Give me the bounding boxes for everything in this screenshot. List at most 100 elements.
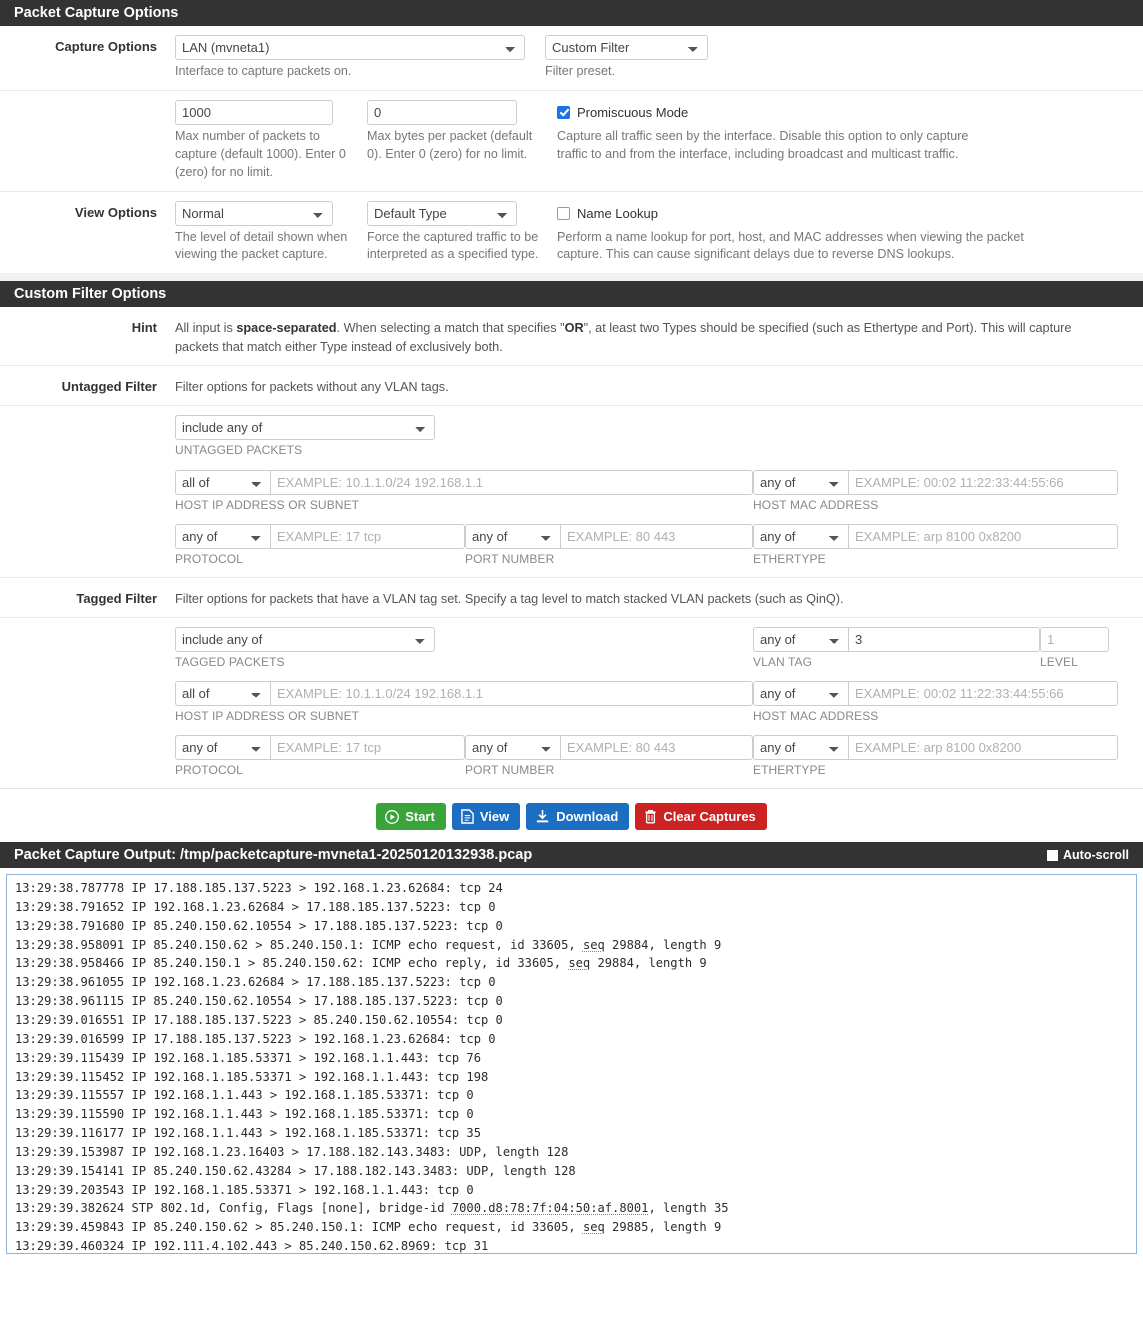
untagged-port-caption: PORT NUMBER (465, 551, 555, 566)
vlan-level-caption: LEVEL (1040, 654, 1078, 669)
name-lookup-row[interactable]: Name Lookup (557, 201, 1107, 226)
max-packets-input[interactable] (175, 99, 333, 125)
start-button[interactable]: Start (376, 803, 446, 831)
auto-scroll-checkbox[interactable] (1047, 849, 1059, 861)
vlan-tag-input[interactable] (848, 626, 1040, 652)
name-lookup-help: Perform a name lookup for port, host, an… (557, 229, 1024, 262)
auto-scroll-toggle[interactable]: Auto-scroll (1047, 847, 1129, 863)
untagged-filter-controls-row: include any of UNTAGGED PACKETS all of E… (0, 406, 1143, 578)
detail-level-help: The level of detail shown when viewing t… (175, 229, 348, 262)
untagged-protocol-input[interactable] (270, 523, 465, 549)
hint-bold2: OR (564, 321, 584, 336)
capture-options-label: Capture Options (55, 39, 157, 54)
packet-limits-row: Max number of packets to capture (defaul… (0, 91, 1143, 192)
untagged-protocol-match-select[interactable]: any of (175, 523, 270, 549)
packet-capture-options-heading: Packet Capture Options (0, 0, 1143, 26)
tagged-host-ip-caption: HOST IP ADDRESS OR SUBNET (175, 709, 360, 723)
packet-type-select[interactable]: Default Type (367, 200, 517, 226)
untagged-host-ip-input[interactable] (270, 469, 753, 495)
packet-output-text: 13:29:38.787778 IP 17.188.185.137.5223 >… (15, 881, 729, 1254)
promiscuous-mode-help: Capture all traffic seen by the interfac… (557, 128, 969, 161)
untagged-port-input[interactable] (560, 523, 753, 549)
untagged-controls-spacer (0, 415, 175, 567)
hint-part1: All input is (175, 321, 237, 336)
tagged-host-mac-input[interactable] (848, 681, 1118, 706)
trash-icon (644, 809, 657, 824)
untagged-packets-row: include any of UNTAGGED PACKETS (175, 415, 1134, 459)
interface-select[interactable]: LAN (mvneta1) (175, 35, 525, 60)
tagged-ethertype-match-select[interactable]: any of (753, 735, 848, 761)
untagged-host-mac-input[interactable] (848, 469, 1118, 495)
packet-limits-label (0, 100, 175, 182)
tagged-protocol-caption: PROTOCOL (175, 763, 243, 778)
untagged-ethertype-match-select[interactable]: any of (753, 523, 848, 549)
untagged-host-ip-match-select[interactable]: all of (175, 469, 270, 495)
untagged-host-mac-group: any of (753, 469, 1118, 495)
untagged-port-group: any of (465, 523, 753, 549)
packet-type-help: Force the captured traffic to be interpr… (367, 229, 539, 262)
interface-help: Interface to capture packets on. (175, 64, 352, 78)
tagged-packets-caption: TAGGED PACKETS (175, 654, 285, 669)
untagged-filter-label: Untagged Filter (61, 379, 157, 395)
tagged-ethertype-caption: ETHERTYPE (753, 763, 826, 778)
filter-panel-title: Custom Filter Options (14, 286, 167, 303)
packet-capture-options-panel: Packet Capture Options Capture Options L… (0, 0, 1143, 274)
max-bytes-input[interactable] (367, 99, 517, 125)
tagged-ethertype-group: any of (753, 735, 1118, 761)
tagged-host-ip-match-select[interactable]: all of (175, 681, 270, 706)
tagged-host-ip-group: all of (175, 681, 753, 706)
name-lookup-label: Name Lookup (577, 205, 658, 221)
tagged-port-input[interactable] (560, 735, 753, 761)
hint-text: All input is space-separated. When selec… (175, 316, 1112, 356)
panel-separator (0, 273, 1143, 282)
file-icon (461, 809, 474, 824)
untagged-protocol-caption: PROTOCOL (175, 551, 243, 566)
packet-output-textarea[interactable]: 13:29:38.787778 IP 17.188.185.137.5223 >… (6, 874, 1137, 1255)
untagged-packets-select[interactable]: include any of (175, 415, 435, 441)
promiscuous-mode-label: Promiscuous Mode (577, 104, 689, 120)
tagged-ethertype-input[interactable] (848, 735, 1118, 761)
clear-captures-button-label: Clear Captures (663, 809, 756, 825)
tagged-protocol-input[interactable] (270, 735, 465, 761)
panel-title: Packet Capture Options (14, 5, 179, 21)
play-circle-icon (385, 809, 400, 824)
tagged-ip-mac-row: all of HOST IP ADDRESS OR SUBNET any of (175, 681, 1134, 725)
max-bytes-help: Max bytes per packet (default 0). Enter … (367, 128, 533, 161)
tagged-protocol-match-select[interactable]: any of (175, 735, 270, 761)
untagged-ethertype-input[interactable] (848, 523, 1118, 549)
vlan-level-input[interactable] (1040, 626, 1109, 652)
filter-preset-select[interactable]: Custom Filter (545, 35, 708, 60)
promiscuous-mode-checkbox[interactable] (557, 105, 570, 119)
untagged-host-mac-match-select[interactable]: any of (753, 469, 848, 495)
tagged-host-mac-match-select[interactable]: any of (753, 681, 848, 706)
view-options-row: View Options Normal The level of detail … (0, 192, 1143, 274)
vlan-tag-match-select[interactable]: any of (753, 626, 848, 652)
tagged-protocol-group: any of (175, 735, 465, 761)
detail-level-select[interactable]: Normal (175, 200, 333, 226)
untagged-host-ip-caption: HOST IP ADDRESS OR SUBNET (175, 497, 360, 512)
view-button-label: View (479, 809, 510, 825)
auto-scroll-label: Auto-scroll (1063, 848, 1129, 863)
untagged-host-mac-caption: HOST MAC ADDRESS (753, 497, 879, 512)
tagged-host-mac-caption: HOST MAC ADDRESS (753, 709, 879, 723)
view-options-label: View Options (74, 204, 157, 220)
tagged-port-group: any of (465, 735, 753, 761)
download-button-label: Download (556, 809, 619, 825)
tagged-filter-controls-row: include any of TAGGED PACKETS any of VLA… (0, 618, 1143, 788)
download-button[interactable]: Download (526, 803, 630, 831)
tagged-port-caption: PORT NUMBER (465, 763, 555, 778)
tagged-controls-spacer (0, 627, 175, 779)
untagged-host-ip-group: all of (175, 469, 753, 495)
hint-part2: . When selecting a match that specifies … (336, 321, 565, 336)
view-button[interactable]: View (451, 803, 521, 831)
tagged-packets-select[interactable]: include any of (175, 626, 435, 652)
name-lookup-checkbox[interactable] (557, 206, 570, 220)
untagged-port-match-select[interactable]: any of (465, 523, 560, 549)
tagged-port-match-select[interactable]: any of (465, 735, 560, 761)
tagged-filter-desc-row: Tagged Filter Filter options for packets… (0, 578, 1143, 618)
promiscuous-mode-row[interactable]: Promiscuous Mode (557, 100, 1107, 125)
tagged-host-ip-input[interactable] (270, 681, 753, 706)
tagged-filter-label: Tagged Filter (76, 590, 157, 606)
clear-captures-button[interactable]: Clear Captures (635, 803, 767, 831)
action-button-bar: Start View Download Clear Captures (0, 788, 1143, 843)
